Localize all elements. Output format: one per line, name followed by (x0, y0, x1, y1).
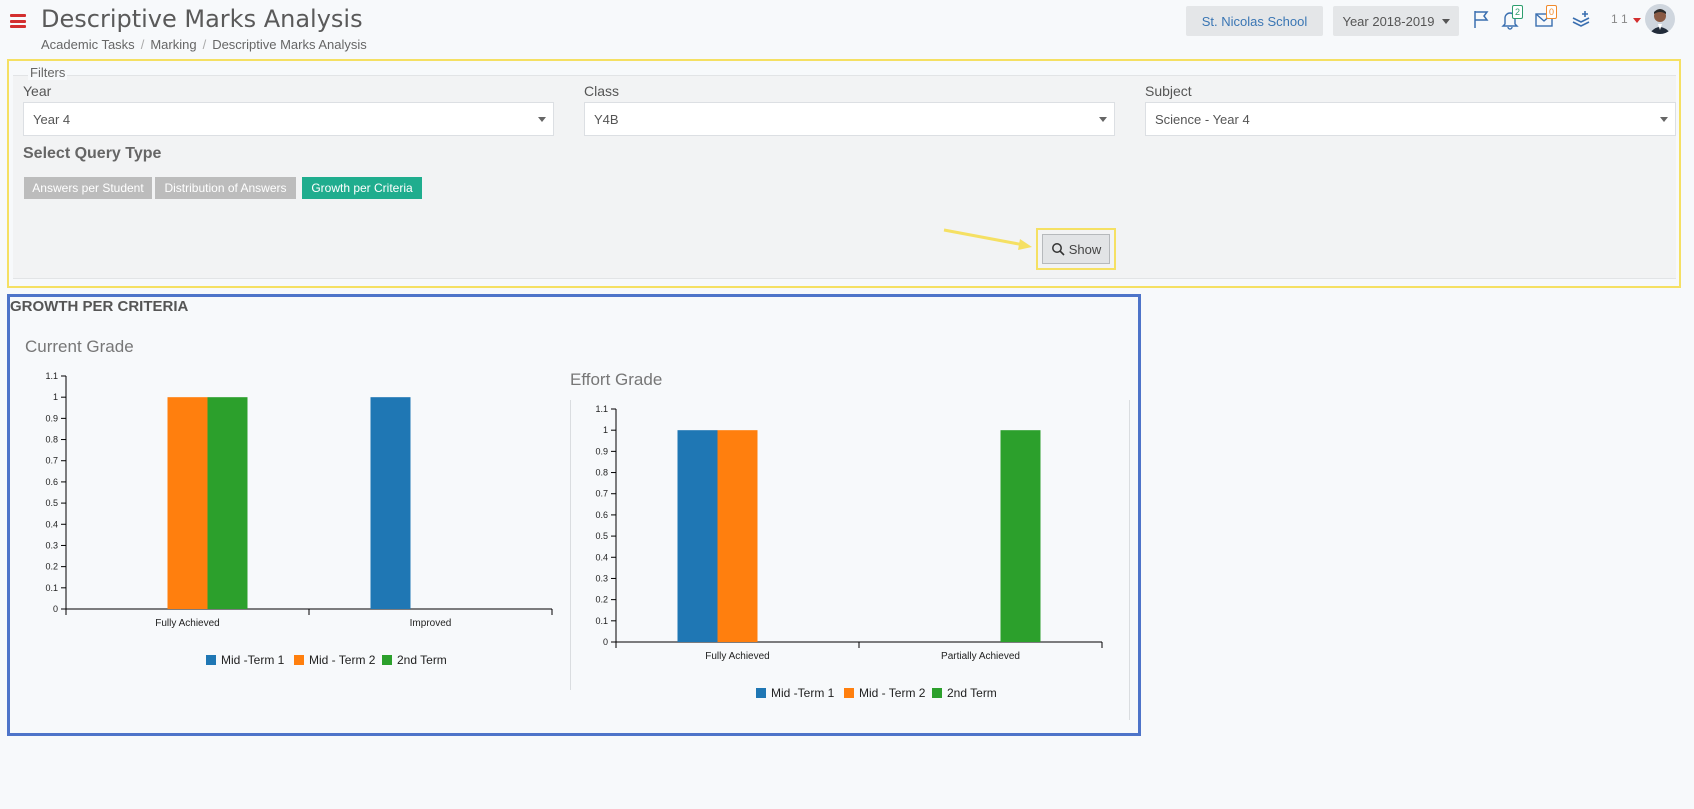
breadcrumb-current: Descriptive Marks Analysis (212, 37, 367, 52)
year-select[interactable]: Year 4 (23, 102, 554, 136)
y-tick-label: 0.8 (595, 468, 608, 478)
year-select-value: Year 4 (33, 111, 71, 127)
current-grade-chart: 0 0.1 0.2 0.3 0.4 0.5 0.6 0.7 0.8 0.9 1 1.1 Fully Ac… (45, 371, 553, 667)
y-tick-label: 0.5 (45, 498, 58, 508)
filters-legend: Filters (28, 65, 68, 80)
search-icon (1051, 243, 1065, 256)
bar-mid-term-2 (167, 397, 208, 609)
bar-2nd-term (207, 397, 248, 609)
legend-label: Mid - Term 2 (859, 686, 926, 700)
query-type-label: Select Query Type (23, 145, 162, 162)
y-tick-label: 0 (53, 604, 58, 614)
chevron-down-icon (1660, 117, 1668, 122)
chevron-down-icon (1632, 18, 1641, 23)
envelope-icon[interactable]: 0 (1533, 5, 1558, 32)
y-tick-label: 0.8 (45, 435, 58, 445)
subject-select-value: Science - Year 4 (1155, 111, 1250, 127)
breadcrumb-marking[interactable]: Marking (150, 37, 196, 52)
y-tick-label: 0.7 (45, 456, 58, 466)
y-tick-label: 0.2 (45, 562, 58, 572)
flag-icon[interactable] (1470, 8, 1494, 32)
legend-swatch (382, 655, 392, 665)
layers-add-icon[interactable] (1570, 8, 1594, 32)
bar-mid-term-1 (677, 430, 718, 642)
year-selector-label: Year 2018-2019 (1342, 13, 1435, 29)
x-category-label: Fully Achieved (155, 618, 219, 629)
x-category-label: Fully Achieved (705, 651, 769, 662)
y-tick-label: 0.1 (595, 616, 608, 626)
show-button[interactable]: Show (1042, 234, 1110, 264)
legend-label: 2nd Term (397, 653, 447, 667)
chevron-down-icon (538, 117, 546, 122)
legend-swatch (844, 688, 854, 698)
query-growth-per-criteria[interactable]: Growth per Criteria (302, 177, 422, 199)
show-button-label: Show (1068, 241, 1102, 257)
user-label: 1 1 (1611, 12, 1628, 26)
legend-label: 2nd Term (947, 686, 997, 700)
legend-swatch (756, 688, 766, 698)
bar-mid-term-2 (717, 430, 758, 642)
query-answers-per-student[interactable]: Answers per Student (24, 177, 152, 199)
y-tick-label: 0.3 (45, 540, 58, 550)
y-tick-label: 0.5 (595, 531, 608, 541)
breadcrumb: Academic Tasks / Marking / Descriptive Marks… (41, 37, 367, 52)
year-label: Year (23, 83, 52, 99)
x-category-label: Improved (410, 618, 452, 629)
avatar[interactable] (1645, 4, 1675, 34)
y-tick-label: 1 (603, 425, 608, 435)
effort-grade-chart: 0 0.1 0.2 0.3 0.4 0.5 0.6 0.7 0.8 0.9 1 1.1 Fully Ac… (595, 404, 1103, 700)
legend-label: Mid -Term 1 (221, 653, 285, 667)
y-tick-label: 0.3 (595, 573, 608, 583)
y-tick-label: 0.9 (595, 446, 608, 456)
chevron-down-icon (1441, 18, 1450, 24)
user-menu[interactable]: 1 1 (1611, 12, 1641, 26)
chart-title-current-grade: Current Grade (25, 337, 134, 356)
y-tick-label: 0 (603, 637, 608, 647)
y-tick-label: 0.6 (45, 477, 58, 487)
legend-label: Mid -Term 1 (771, 686, 835, 700)
notifications-badge: 2 (1512, 5, 1524, 19)
chart-divider (570, 400, 571, 690)
y-tick-label: 0.9 (45, 413, 58, 423)
chart-title-effort-grade: Effort Grade (570, 370, 663, 389)
legend-swatch (206, 655, 216, 665)
y-tick-label: 0.4 (45, 519, 58, 529)
x-category-label: Partially Achieved (941, 651, 1020, 662)
y-tick-label: 0.1 (45, 583, 58, 593)
subject-select[interactable]: Science - Year 4 (1145, 102, 1676, 136)
annotation-arrow (943, 228, 1032, 250)
class-label: Class (584, 83, 620, 99)
y-tick-label: 0.6 (595, 510, 608, 520)
legend-label: Mid - Term 2 (309, 653, 376, 667)
menu-icon[interactable] (10, 14, 26, 28)
chevron-down-icon (1099, 117, 1107, 122)
year-selector[interactable]: Year 2018-2019 (1333, 6, 1459, 36)
results-section-title: GROWTH PER CRITERIA (10, 298, 189, 315)
subject-label: Subject (1145, 83, 1192, 99)
y-tick-label: 0.2 (595, 595, 608, 605)
chart-divider-right (1129, 400, 1130, 720)
y-tick-label: 0.4 (595, 552, 608, 562)
legend-swatch (932, 688, 942, 698)
school-button[interactable]: St. Nicolas School (1186, 6, 1323, 36)
class-select-value: Y4B (594, 111, 619, 127)
y-tick-label: 1 (53, 392, 58, 402)
legend-swatch (294, 655, 304, 665)
bar-2nd-term (1000, 430, 1041, 642)
bell-icon[interactable]: 2 (1499, 5, 1524, 32)
page-title: Descriptive Marks Analysis (41, 5, 363, 33)
bar-mid-term-1 (370, 397, 411, 609)
messages-badge: 0 (1546, 5, 1558, 19)
y-tick-label: 1.1 (45, 371, 58, 381)
query-distribution-of-answers[interactable]: Distribution of Answers (155, 177, 296, 199)
breadcrumb-academic-tasks[interactable]: Academic Tasks (41, 37, 135, 52)
y-tick-label: 0.7 (595, 489, 608, 499)
class-select[interactable]: Y4B (584, 102, 1115, 136)
y-tick-label: 1.1 (595, 404, 608, 414)
